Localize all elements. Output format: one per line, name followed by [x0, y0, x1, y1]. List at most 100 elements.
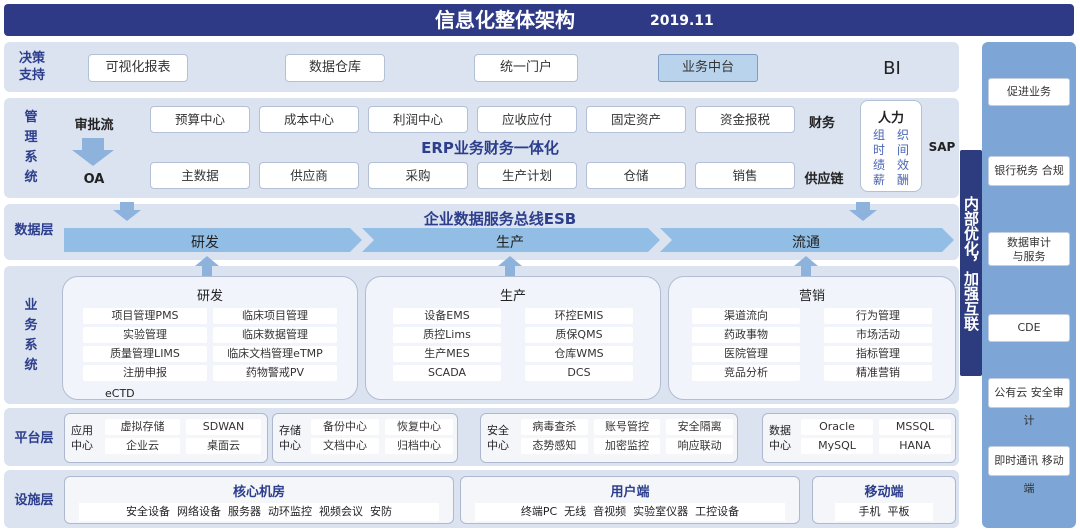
mobile-end-title: 移动端: [864, 485, 904, 500]
supplier-box[interactable]: 供应商: [259, 162, 359, 189]
up-arrow-production-icon: [498, 256, 522, 277]
storage-center-item[interactable]: 备份中心: [311, 419, 379, 435]
user-end-group: 用户端 终端PC 无线 音视频 实验室仪器 工控设备: [460, 476, 800, 524]
marketing-item[interactable]: 行为管理: [824, 308, 932, 324]
security-center-item[interactable]: 态势感知: [521, 438, 588, 454]
data-center-item[interactable]: MSSQL: [879, 419, 951, 435]
production-plan-box[interactable]: 生产计划: [477, 162, 577, 189]
marketing-item[interactable]: 医院管理: [692, 346, 800, 362]
fixed-assets-box[interactable]: 固定资产: [586, 106, 686, 133]
production-item[interactable]: SCADA: [393, 365, 501, 381]
side-item-cde[interactable]: CDE: [988, 314, 1070, 342]
marketing-title: 营销: [798, 289, 825, 304]
production-item[interactable]: 质保QMS: [525, 327, 633, 343]
hr-panel[interactable]: 人力 组时绩薪 织间效酬: [860, 100, 922, 192]
storage-center-item[interactable]: 归档中心: [385, 438, 453, 454]
app-center-item[interactable]: 企业云: [105, 438, 180, 454]
side-item-bank-tax[interactable]: 银行税务 合规: [988, 156, 1070, 186]
master-data-box[interactable]: 主数据: [150, 162, 250, 189]
marketing-item[interactable]: 市场活动: [824, 327, 932, 343]
fund-tax-box[interactable]: 资金报税: [695, 106, 795, 133]
bi-label: BI: [883, 58, 901, 79]
storage-box[interactable]: 仓储: [586, 162, 686, 189]
production-item[interactable]: DCS: [525, 365, 633, 381]
production-item[interactable]: 质控Lims: [393, 327, 501, 343]
esb-segment-production: 生产: [496, 235, 524, 251]
storage-center-group: 存储 中心 备份中心 恢复中心 文档中心 归档中心: [272, 413, 458, 463]
security-center-item[interactable]: 响应联动: [666, 438, 733, 454]
budget-center-box[interactable]: 预算中心: [150, 106, 250, 133]
security-center-item[interactable]: 账号管控: [593, 419, 661, 435]
esb-segment-rnd: 研发: [191, 235, 219, 251]
visual-report-box[interactable]: 可视化报表: [88, 54, 188, 82]
supply-chain-label: 供应链: [804, 172, 844, 187]
core-room-title: 核心机房: [232, 485, 285, 500]
approval-flow-label: 审批流: [74, 118, 114, 133]
marketing-item[interactable]: 指标管理: [824, 346, 932, 362]
app-center-item[interactable]: 虚拟存储: [105, 419, 180, 435]
app-center-item[interactable]: 桌面云: [186, 438, 261, 454]
core-room-items: 安全设备 网络设备 服务器 动环监控 视频会议 安防: [79, 503, 439, 521]
sales-box[interactable]: 销售: [695, 162, 795, 189]
production-item[interactable]: 设备EMS: [393, 308, 501, 324]
production-item[interactable]: 仓库WMS: [525, 346, 633, 362]
down-arrow-left-icon: [113, 202, 141, 221]
purchase-box[interactable]: 采购: [368, 162, 468, 189]
production-item[interactable]: 环控EMIS: [525, 308, 633, 324]
app-center-item[interactable]: SDWAN: [186, 419, 261, 435]
data-center-item[interactable]: MySQL: [801, 438, 873, 454]
storage-center-item[interactable]: 恢复中心: [385, 419, 453, 435]
receivable-payable-box[interactable]: 应收应付: [477, 106, 577, 133]
rnd-item[interactable]: 注册申报: [83, 365, 207, 381]
rnd-item[interactable]: 临床项目管理: [213, 308, 337, 324]
app-center-label: 应用 中心: [71, 424, 93, 452]
hr-col-2: 织间效酬: [897, 128, 910, 187]
internal-optimization-banner: 内部优化，加强互联: [960, 150, 982, 376]
security-center-item[interactable]: 病毒查杀: [521, 419, 588, 435]
rnd-item[interactable]: 质量管理LIMS: [83, 346, 207, 362]
marketing-item[interactable]: 竞品分析: [692, 365, 800, 381]
data-center-label: 数据 中心: [769, 424, 791, 452]
esb-segment-circulation: 流通: [792, 235, 820, 251]
esb-title: 企业数据服务总线ESB: [423, 210, 577, 228]
side-item-instant-messaging[interactable]: 即时通讯 移动端: [988, 446, 1070, 495]
rnd-item[interactable]: 临床文档管理eTMP: [213, 346, 337, 362]
app-center-group: 应用 中心 虚拟存储 SDWAN 企业云 桌面云: [64, 413, 268, 463]
side-item-promote-business[interactable]: 促进业务: [988, 78, 1070, 106]
data-center-item[interactable]: Oracle: [801, 419, 873, 435]
business-label: 业务系统: [24, 298, 38, 373]
up-arrow-rnd-icon: [195, 256, 219, 277]
side-item-data-audit[interactable]: 数据审计与服务: [988, 232, 1070, 266]
erp-title: ERP业务财务一体化: [421, 139, 559, 157]
security-center-item[interactable]: 加密监控: [593, 438, 661, 454]
platform-label: 平台层: [14, 431, 54, 446]
data-center-group: 数据 中心 Oracle MSSQL MySQL HANA: [762, 413, 956, 463]
marketing-item[interactable]: 药政事物: [692, 327, 800, 343]
user-end-title: 用户端: [610, 485, 650, 500]
rnd-item[interactable]: 项目管理PMS: [83, 308, 207, 324]
marketing-item[interactable]: 精准营销: [824, 365, 932, 381]
rnd-item[interactable]: 临床数据管理: [213, 327, 337, 343]
rnd-item[interactable]: 药物警戒PV: [213, 365, 337, 381]
rnd-panel: 研发 项目管理PMS 临床项目管理 实验管理 临床数据管理 质量管理LIMS 临…: [62, 276, 358, 400]
side-item-public-cloud[interactable]: 公有云 安全审计: [988, 378, 1070, 427]
unified-portal-box[interactable]: 统一门户: [474, 54, 578, 82]
marketing-panel: 营销 渠道流向 行为管理 药政事物 市场活动 医院管理 指标管理 竞品分析 精准…: [668, 276, 956, 400]
data-center-item[interactable]: HANA: [879, 438, 951, 454]
business-middle-platform-box[interactable]: 业务中台: [658, 54, 758, 82]
storage-center-item[interactable]: 文档中心: [311, 438, 379, 454]
rnd-item[interactable]: 实验管理: [83, 327, 207, 343]
data-warehouse-box[interactable]: 数据仓库: [285, 54, 385, 82]
production-item[interactable]: 生产MES: [393, 346, 501, 362]
cost-center-box[interactable]: 成本中心: [259, 106, 359, 133]
rnd-extra: eCTD: [105, 387, 135, 400]
mobile-end-group: 移动端 手机 平板: [812, 476, 956, 524]
page-date: 2019.11: [650, 13, 714, 29]
decision-label: 决策 支持: [18, 51, 45, 83]
rnd-title: 研发: [196, 289, 223, 304]
security-center-item[interactable]: 安全隔离: [666, 419, 733, 435]
mobile-end-items: 手机 平板: [835, 503, 933, 521]
management-label: 管理系统: [24, 110, 38, 185]
marketing-item[interactable]: 渠道流向: [692, 308, 800, 324]
profit-center-box[interactable]: 利润中心: [368, 106, 468, 133]
